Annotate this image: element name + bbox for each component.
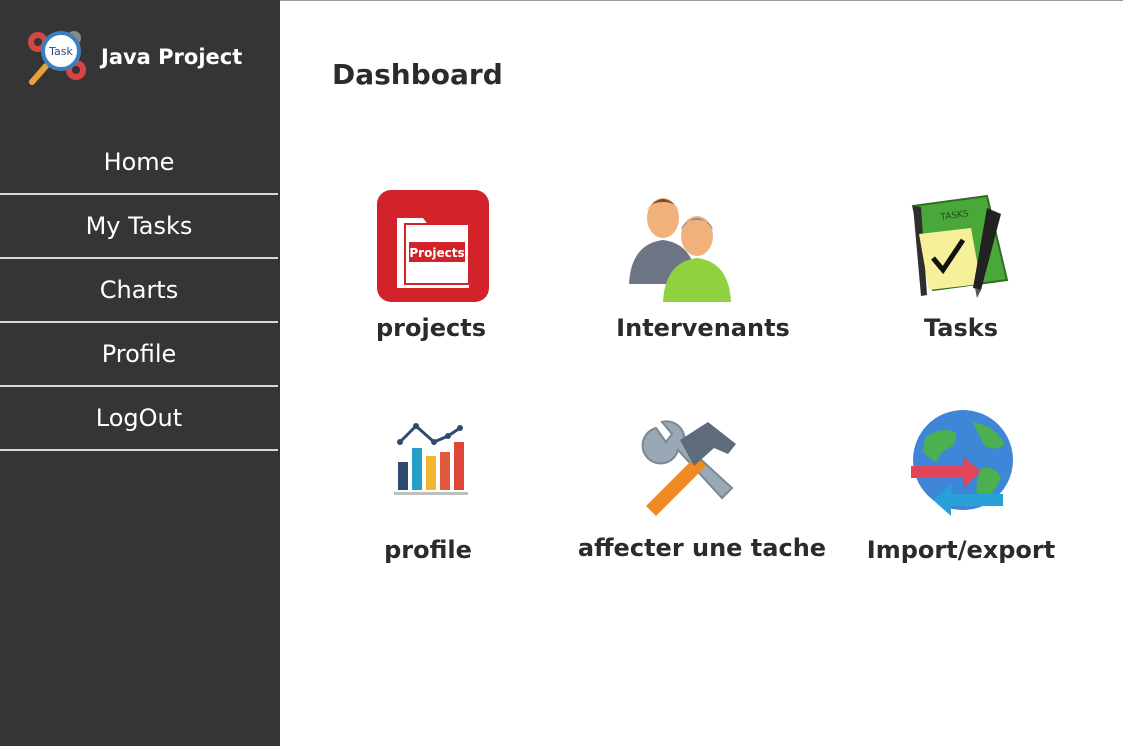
page-title: Dashboard (332, 58, 503, 91)
tasks-book-icon: TASKS (911, 194, 1009, 298)
sidebar-nav: Home My Tasks Charts Profile LogOut (0, 131, 278, 451)
tile-label: affecter une tache (577, 534, 827, 562)
sidebar-item-label: Home (103, 148, 175, 176)
sidebar-item-label: Charts (99, 276, 179, 304)
svg-text:Task: Task (48, 45, 73, 58)
sidebar-item-label: Profile (101, 340, 177, 368)
projects-tile[interactable]: Projects projects (301, 188, 561, 388)
tile-label: profile (384, 536, 472, 564)
sidebar-item-label: My Tasks (85, 212, 193, 240)
projects-folder-icon: Projects (377, 190, 489, 302)
brand: Task Java Project (26, 26, 276, 88)
profile-tile[interactable]: profile (298, 408, 558, 608)
intervenants-tile[interactable]: Intervenants (573, 188, 833, 388)
sidebar: Task Java Project Home My Tasks Charts P… (0, 0, 280, 746)
people-icon (629, 198, 731, 302)
sidebar-item-home[interactable]: Home (0, 131, 278, 195)
app-title: Java Project (101, 45, 243, 69)
task-logo-icon: Task (28, 31, 86, 85)
sidebar-item-charts[interactable]: Charts (0, 259, 278, 323)
sidebar-item-logout[interactable]: LogOut (0, 387, 278, 451)
sidebar-item-label: LogOut (95, 404, 183, 432)
tile-label: Intervenants (616, 314, 790, 342)
bar-chart-icon (394, 423, 468, 495)
tasks-tile[interactable]: TASKS Tasks (831, 188, 1091, 388)
sidebar-item-profile[interactable]: Profile (0, 323, 278, 387)
assign-task-tile[interactable]: affecter une tache (572, 408, 832, 608)
tools-icon (641, 420, 736, 516)
import-export-tile[interactable]: Import/export (831, 408, 1091, 608)
tile-label: Import/export (866, 536, 1056, 564)
tile-label: Tasks (923, 314, 998, 342)
svg-text:Projects: Projects (409, 246, 464, 260)
tile-label: projects (376, 314, 486, 342)
globe-arrows-icon (911, 410, 1013, 516)
sidebar-item-my-tasks[interactable]: My Tasks (0, 195, 278, 259)
